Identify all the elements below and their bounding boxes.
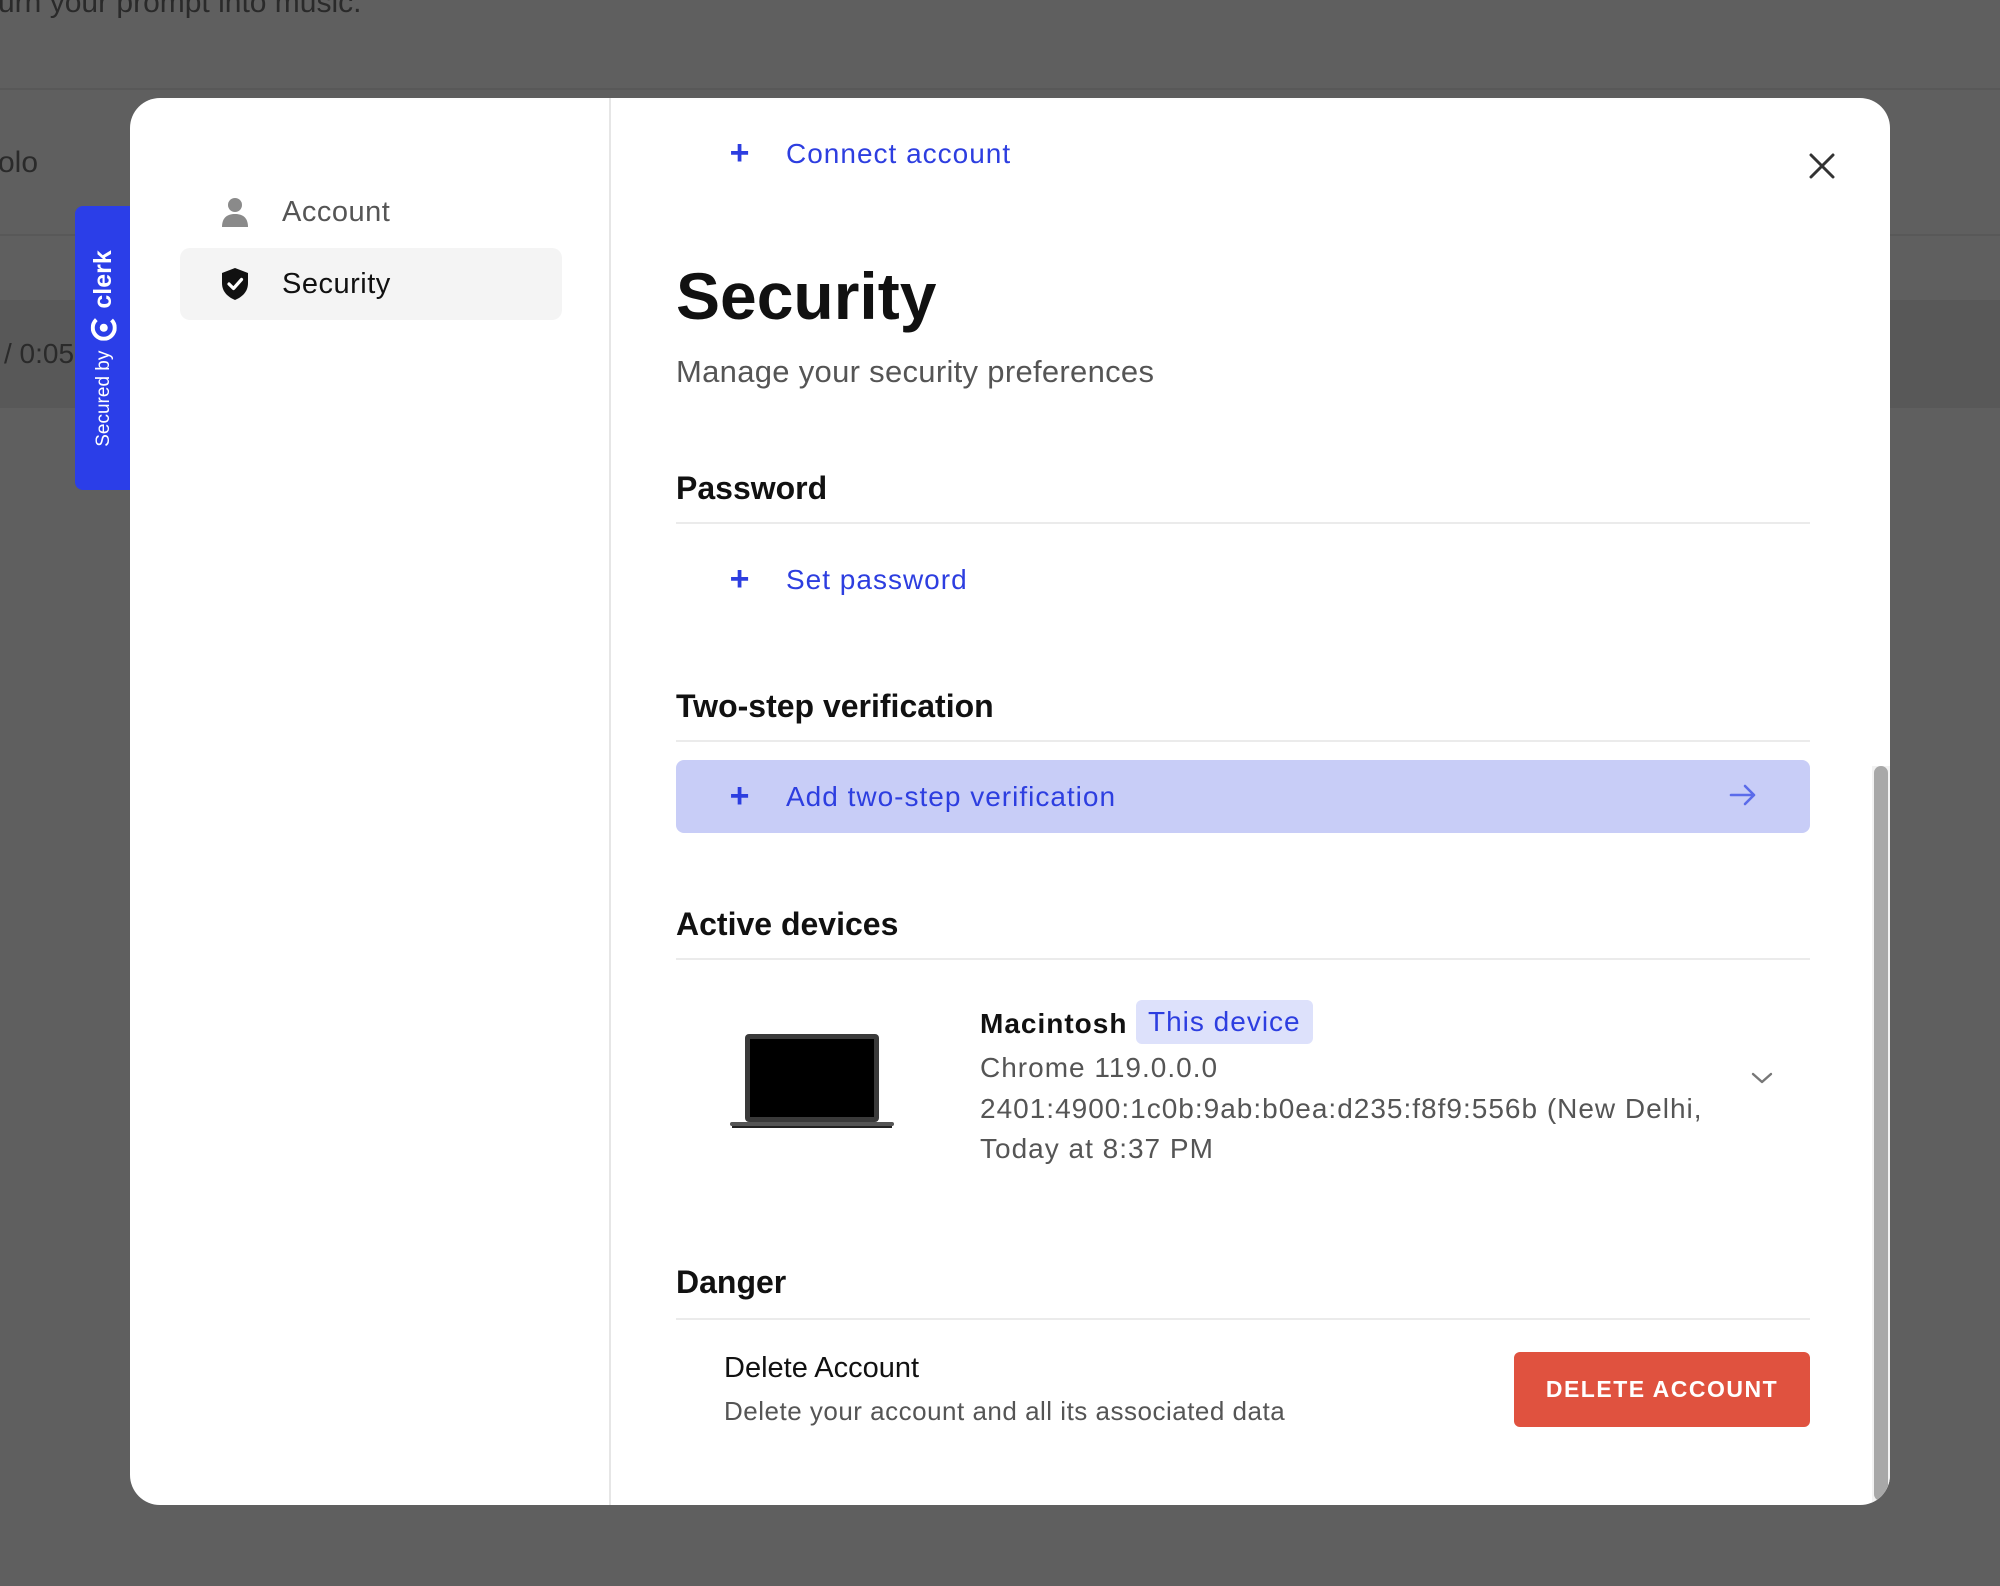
clerk-secured-badge[interactable]: Secured by clerk bbox=[75, 206, 131, 490]
section-divider bbox=[676, 740, 1810, 742]
active-devices-section-title: Active devices bbox=[676, 906, 899, 942]
laptop-icon bbox=[730, 1034, 894, 1128]
scrollbar-thumb[interactable] bbox=[1874, 766, 1888, 1501]
add-two-step-label: Add two-step verification bbox=[786, 780, 1117, 812]
delete-account-title: Delete Account bbox=[724, 1352, 920, 1384]
sidebar-item-account[interactable]: Account bbox=[180, 176, 562, 248]
clerk-logo-icon bbox=[90, 314, 117, 341]
main-content: + Connect account Security Manage your s… bbox=[676, 98, 1810, 1505]
background-divider bbox=[0, 88, 2000, 90]
secured-by-label: Secured by bbox=[92, 350, 114, 447]
this-device-badge: This device bbox=[1136, 1000, 1313, 1044]
clerk-logo: clerk bbox=[88, 249, 118, 341]
sidebar: Account Security bbox=[130, 98, 611, 1505]
user-icon bbox=[218, 195, 252, 229]
section-divider bbox=[676, 522, 1810, 524]
connect-account-button[interactable]: + Connect account bbox=[676, 134, 1011, 173]
set-password-label: Set password bbox=[786, 563, 968, 595]
set-password-button[interactable]: + Set password bbox=[676, 560, 968, 599]
danger-section-title: Danger bbox=[676, 1264, 787, 1300]
connect-account-label: Connect account bbox=[786, 137, 1012, 169]
delete-account-button[interactable]: DELETE ACCOUNT bbox=[1514, 1352, 1810, 1427]
sidebar-item-label: Account bbox=[282, 195, 391, 228]
chevron-down-icon[interactable] bbox=[1750, 1070, 1774, 1086]
device-item[interactable]: Macintosh This device Chrome 119.0.0.0 2… bbox=[676, 978, 1810, 1178]
device-browser: Chrome 119.0.0.0 bbox=[980, 1052, 1219, 1083]
sidebar-item-label: Security bbox=[282, 267, 391, 300]
background-solo-text: olo bbox=[0, 146, 39, 179]
background-prompt-text: urn your prompt into music. bbox=[0, 0, 362, 19]
password-section-title: Password bbox=[676, 470, 828, 506]
plus-icon: + bbox=[729, 134, 751, 172]
plus-icon: + bbox=[729, 777, 751, 815]
delete-account-description: Delete your account and all its associat… bbox=[724, 1396, 1286, 1426]
add-two-step-button[interactable]: + Add two-step verification bbox=[676, 760, 1810, 833]
device-location: 2401:4900:1c0b:9ab:b0ea:d235:f8f9:556b (… bbox=[980, 1093, 1703, 1124]
device-name: Macintosh bbox=[980, 1008, 1128, 1039]
page-title: Security bbox=[676, 259, 937, 333]
page-subtitle: Manage your security preferences bbox=[676, 354, 1155, 389]
close-icon bbox=[1809, 153, 1835, 179]
background-time-text: / 0:05 bbox=[4, 338, 75, 369]
section-divider bbox=[676, 958, 1810, 960]
plus-icon: + bbox=[729, 560, 751, 598]
section-divider bbox=[676, 1318, 1810, 1320]
user-profile-modal: Account Security + Connect account Secur… bbox=[130, 98, 1890, 1505]
clerk-brand-label: clerk bbox=[88, 249, 117, 309]
arrow-right-icon bbox=[1729, 784, 1756, 806]
device-last-active: Today at 8:37 PM bbox=[980, 1133, 1214, 1164]
sidebar-item-security[interactable]: Security bbox=[180, 248, 562, 320]
two-step-section-title: Two-step verification bbox=[676, 688, 994, 724]
shield-check-icon bbox=[218, 267, 252, 301]
